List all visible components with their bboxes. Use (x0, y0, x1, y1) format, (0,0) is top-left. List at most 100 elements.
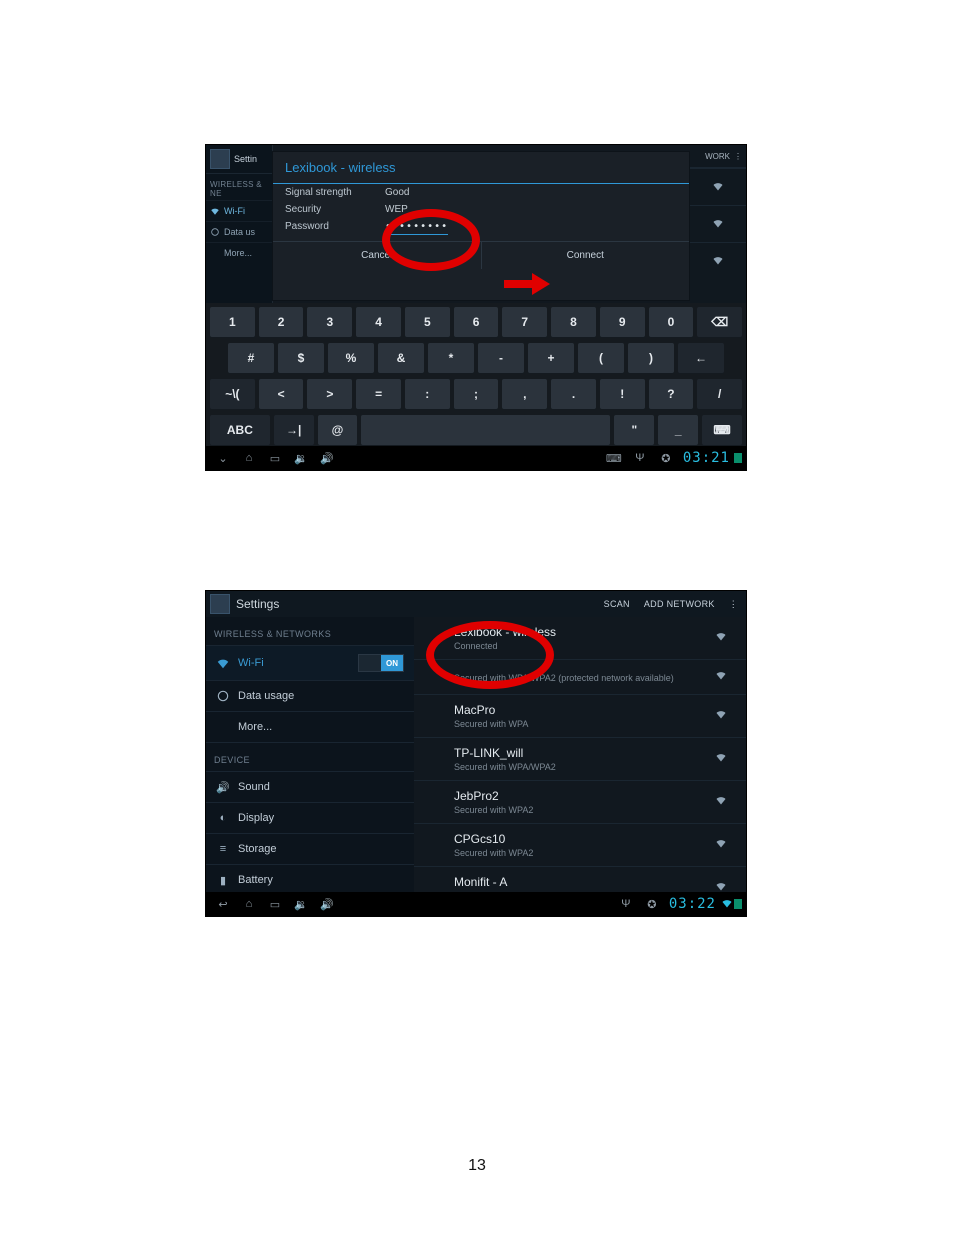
key-4[interactable]: 4 (356, 307, 401, 337)
sidebar-item-sound[interactable]: 🔊 Sound (206, 772, 414, 803)
key-backspace[interactable]: ⌫ (697, 307, 742, 337)
network-row[interactable]: CPGcs10 Secured with WPA2 (414, 824, 746, 867)
screenshot-1-wifi-dialog: Settin WIRELESS & NE Wi-Fi Data us More.… (205, 144, 747, 471)
key-plus[interactable]: + (528, 343, 574, 373)
key-1[interactable]: 1 (210, 307, 255, 337)
key-abc[interactable]: ABC (210, 415, 270, 445)
key-percent[interactable]: % (328, 343, 374, 373)
network-sub: Connected (454, 641, 556, 651)
battery-icon (734, 899, 742, 909)
key-exclaim[interactable]: ! (600, 379, 645, 409)
keyboard-status-icon[interactable]: ⌨ (601, 446, 627, 470)
password-label: Password (285, 221, 385, 232)
key-7[interactable]: 7 (502, 307, 547, 337)
section-header-wireless: WIRELESS & NETWORKS (206, 617, 414, 646)
key-paren-close[interactable]: ) (628, 343, 674, 373)
key-comma[interactable]: , (502, 379, 547, 409)
more-menu-icon[interactable]: ⋮ (734, 152, 742, 161)
key-enter[interactable]: ← (678, 343, 724, 373)
cancel-button[interactable]: Cancel (273, 242, 482, 269)
key-slash[interactable]: / (697, 379, 742, 409)
key-eq[interactable]: = (356, 379, 401, 409)
sidebar-item-storage[interactable]: ≡ Storage (206, 834, 414, 865)
switch-knob: ON (381, 655, 403, 671)
work-label[interactable]: WORK (705, 152, 730, 161)
add-network-button[interactable]: ADD NETWORK (640, 597, 719, 611)
key-at[interactable]: @ (318, 415, 358, 445)
key-colon[interactable]: : (405, 379, 450, 409)
volume-up-icon[interactable]: 🔊 (314, 446, 340, 470)
network-name: Lexibook - wireless (454, 625, 556, 639)
clock: 03:21 (679, 450, 734, 466)
key-star[interactable]: * (428, 343, 474, 373)
key-lt[interactable]: < (259, 379, 304, 409)
sidebar-item-more[interactable]: More... (206, 712, 414, 743)
wifi-switch[interactable]: ON (358, 654, 404, 672)
security-value: WEP (385, 204, 677, 215)
wifi-signal-icon (714, 793, 728, 811)
key-dollar[interactable]: $ (278, 343, 324, 373)
display-icon: ◐ (216, 811, 230, 825)
key-tab[interactable]: →| (274, 415, 314, 445)
network-name: JebPro2 (454, 789, 533, 803)
home-icon[interactable]: ⌂ (236, 446, 262, 470)
right-strip: WORK ⋮ (690, 145, 746, 303)
key-question[interactable]: ? (649, 379, 694, 409)
network-row[interactable]: MacPro Secured with WPA (414, 695, 746, 738)
network-row[interactable]: TP-LINK_will Secured with WPA/WPA2 (414, 738, 746, 781)
key-period[interactable]: . (551, 379, 596, 409)
connect-button[interactable]: Connect (482, 242, 690, 269)
recent-apps-icon[interactable]: ▭ (262, 892, 288, 916)
network-row[interactable]: Secured with WPA/WPA2 (protected network… (414, 660, 746, 695)
key-minus[interactable]: - (478, 343, 524, 373)
recent-apps-icon[interactable]: ▭ (262, 446, 288, 470)
sidebar-item-wifi[interactable]: Wi-Fi ON (206, 646, 414, 681)
key-9[interactable]: 9 (600, 307, 645, 337)
key-amp[interactable]: & (378, 343, 424, 373)
on-screen-keyboard[interactable]: 1 2 3 4 5 6 7 8 9 0 ⌫ # $ % & * (206, 303, 746, 448)
volume-up-icon[interactable]: 🔊 (314, 892, 340, 916)
key-quote[interactable]: " (614, 415, 654, 445)
sidebar-item-more[interactable]: More... (206, 242, 272, 263)
sidebar-item-display[interactable]: ◐ Display (206, 803, 414, 834)
key-sym[interactable]: ~\( (210, 379, 255, 409)
key-paren-open[interactable]: ( (578, 343, 624, 373)
wifi-signal-icon (714, 836, 728, 854)
key-6[interactable]: 6 (454, 307, 499, 337)
sidebar-storage-label: Storage (238, 843, 277, 855)
key-space[interactable] (361, 415, 610, 445)
key-gt[interactable]: > (307, 379, 352, 409)
volume-down-icon[interactable]: 🔉 (288, 892, 314, 916)
hide-keyboard-icon[interactable]: ⌄ (210, 446, 236, 470)
sidebar-item-data-usage[interactable]: Data us (206, 221, 272, 242)
key-2[interactable]: 2 (259, 307, 304, 337)
key-8[interactable]: 8 (551, 307, 596, 337)
sidebar-item-wifi[interactable]: Wi-Fi (206, 200, 272, 221)
volume-down-icon[interactable]: 🔉 (288, 446, 314, 470)
sidebar-display-label: Display (238, 812, 274, 824)
top-bar: Settings SCAN ADD NETWORK ⋮ (206, 591, 746, 618)
key-0[interactable]: 0 (649, 307, 694, 337)
network-row[interactable]: Monifit - A Secured with WPA/WPA2 (414, 867, 746, 892)
dialog-title: Lexibook - wireless (273, 152, 689, 184)
sidebar-wifi-label: Wi-Fi (238, 657, 264, 669)
settings-icon (210, 149, 230, 169)
key-underscore[interactable]: _ (658, 415, 698, 445)
key-3[interactable]: 3 (307, 307, 352, 337)
scan-button[interactable]: SCAN (600, 597, 634, 611)
sidebar: WIRELESS & NETWORKS Wi-Fi ON Data usage … (206, 617, 415, 892)
network-sub: Secured with WPA/WPA2 (protected network… (454, 673, 674, 683)
key-semicolon[interactable]: ; (454, 379, 499, 409)
password-input[interactable]: ••••••••• (385, 221, 448, 235)
network-row[interactable]: JebPro2 Secured with WPA2 (414, 781, 746, 824)
key-5[interactable]: 5 (405, 307, 450, 337)
network-row[interactable]: Lexibook - wireless Connected (414, 617, 746, 660)
more-menu-icon[interactable]: ⋮ (725, 597, 742, 612)
wifi-signal-icon (711, 217, 725, 231)
sidebar-item-data-usage[interactable]: Data usage (206, 681, 414, 712)
key-lang[interactable]: ⌨ (702, 415, 742, 445)
network-name: TP-LINK_will (454, 746, 556, 760)
home-icon[interactable]: ⌂ (236, 892, 262, 916)
back-icon[interactable]: ↩ (210, 892, 236, 916)
key-hash[interactable]: # (228, 343, 274, 373)
